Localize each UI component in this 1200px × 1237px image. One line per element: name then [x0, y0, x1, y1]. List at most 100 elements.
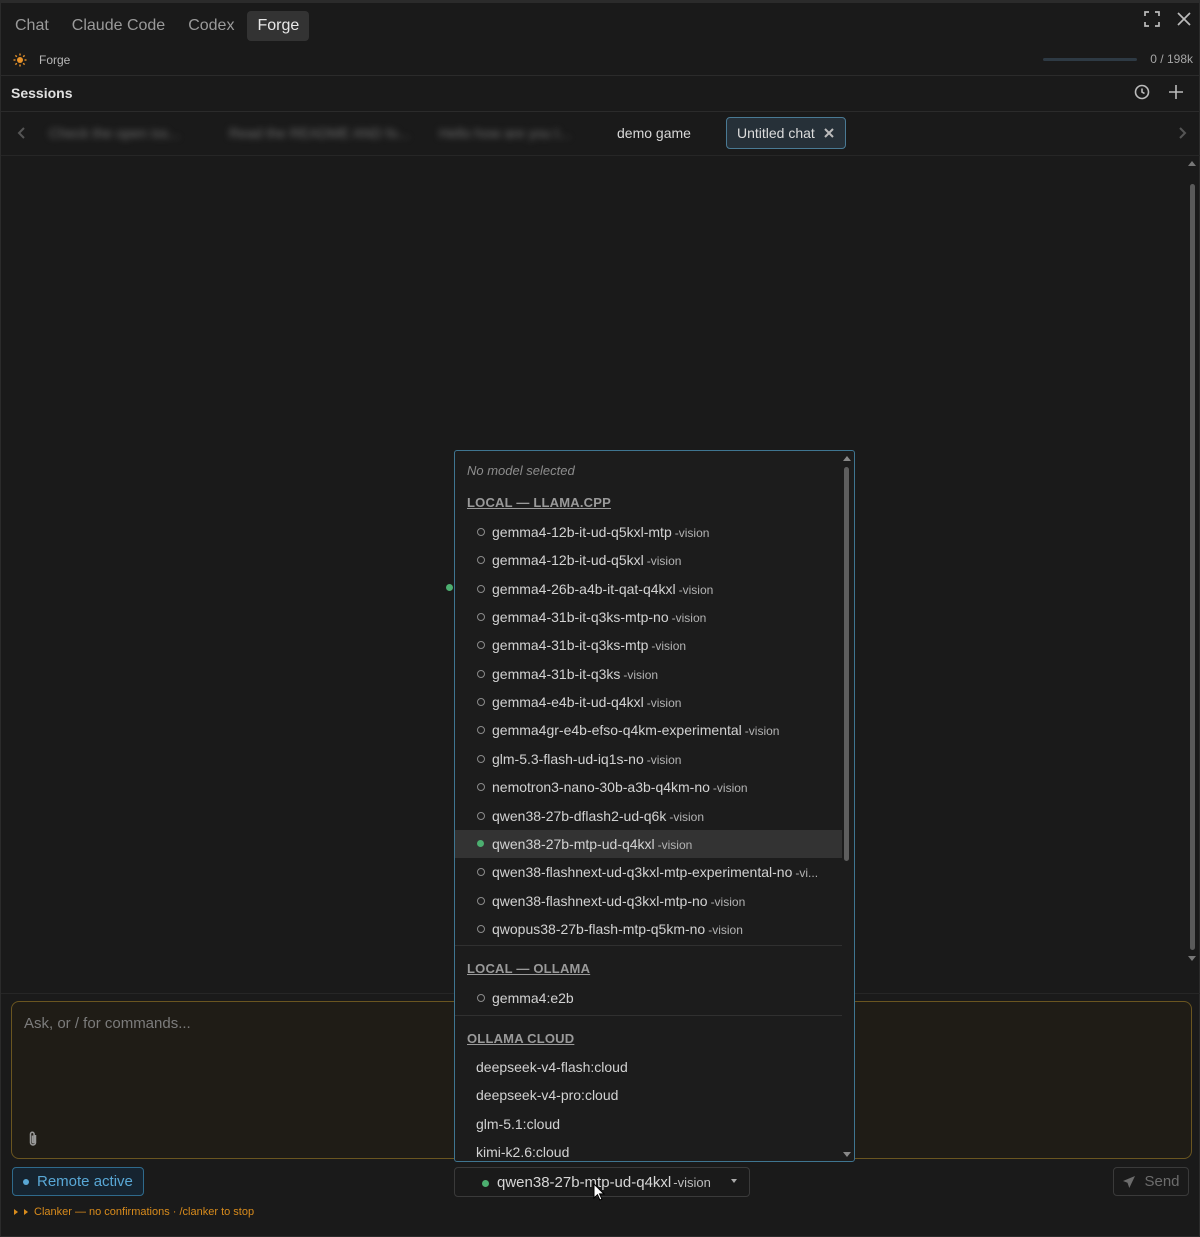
radio-ring-icon	[477, 698, 485, 707]
dropdown-group-header: LOCAL — LLAMA.CPP	[467, 495, 611, 510]
model-option-label: qwopus38-27b-flash-mtp-q5km-no -vision	[492, 921, 743, 937]
divider	[1, 155, 1200, 156]
model-option-suffix: -vision	[671, 611, 707, 626]
scrollbar-thumb[interactable]	[844, 467, 849, 861]
model-option-suffix: -vision	[657, 837, 693, 852]
model-option[interactable]: qwen38-flashnext-ud-q3kxl-mtp-experiment…	[455, 858, 842, 886]
model-option[interactable]: gemma4:e2b	[455, 984, 842, 1012]
dropdown-separator	[455, 1015, 842, 1016]
dropdown-scrollbar[interactable]	[842, 453, 852, 1159]
model-option-suffix: -vision	[623, 667, 659, 682]
model-option-suffix: -vision	[674, 526, 710, 540]
model-option-label: glm-5.3-flash-ud-iq1s-no -vision	[492, 751, 681, 767]
mouse-cursor-icon	[593, 1183, 605, 1201]
model-option-suffix: -vision	[651, 639, 687, 654]
model-dropdown[interactable]: No model selected LOCAL — LLAMA.CPP gemma…	[454, 450, 855, 1162]
maximize-icon[interactable]	[1143, 10, 1161, 33]
radio-ring-icon	[477, 811, 485, 820]
model-option-suffix: -vision	[712, 781, 748, 796]
remote-active-button[interactable]: Remote active	[12, 1167, 144, 1196]
model-option-label: gemma4-12b-it-ud-q5kxl-mtp -vision	[492, 524, 709, 540]
model-option-suffix: -vision	[669, 809, 705, 824]
scroll-up-icon[interactable]	[843, 456, 851, 461]
model-option-suffix: -vision	[678, 582, 714, 597]
info-row: Forge 0 / 198k	[13, 50, 1193, 70]
send-button[interactable]: Send	[1113, 1167, 1189, 1196]
model-option-suffix: -vision	[646, 696, 682, 711]
radio-ring-icon	[477, 868, 485, 877]
model-option[interactable]: gemma4-e4b-it-ud-q4kxl -vision	[455, 688, 842, 716]
radio-ring-icon	[477, 754, 485, 763]
model-option[interactable]: nemotron3-nano-30b-a3b-q4km-no -vision	[455, 773, 842, 801]
paperclip-icon[interactable]	[26, 1130, 40, 1153]
history-icon[interactable]	[1133, 83, 1151, 106]
model-option-label: gemma4:e2b	[492, 990, 574, 1006]
session-tab[interactable]: Check the open iss...	[39, 117, 190, 149]
model-option-name: gemma4-12b-it-ud-q5kxl-mtp	[492, 524, 672, 540]
model-option[interactable]: deepseek-v4-pro:cloud	[455, 1081, 842, 1109]
model-suffix: -vision	[673, 1174, 711, 1190]
model-option-label: gemma4-e4b-it-ud-q4kxl -vision	[492, 694, 681, 710]
close-icon[interactable]	[1175, 10, 1193, 33]
model-option[interactable]: qwopus38-27b-flash-mtp-q5km-no -vision	[455, 915, 842, 943]
model-option[interactable]: gemma4-31b-it-q3ks -vision	[455, 660, 842, 688]
tab-claude-code[interactable]: Claude Code	[62, 11, 175, 41]
model-option[interactable]: gemma4-12b-it-ud-q5kxl -vision	[455, 546, 842, 574]
chevron-left-icon[interactable]	[15, 126, 29, 145]
model-option[interactable]: deepseek-v4-flash:cloud	[455, 1053, 842, 1081]
model-option-suffix: -vision	[710, 894, 746, 909]
model-option-label: qwen38-flashnext-ud-q3kxl-mtp-experiment…	[492, 864, 818, 880]
model-option[interactable]: glm-5.1:cloud	[455, 1110, 842, 1138]
model-option[interactable]: qwen38-27b-dflash2-ud-q6k -vision	[455, 802, 842, 830]
model-option-label: qwen38-27b-dflash2-ud-q6k -vision	[492, 808, 704, 824]
sessions-title: Sessions	[11, 85, 73, 101]
model-option-name: deepseek-v4-flash:cloud	[476, 1059, 628, 1075]
triangle-icon	[24, 1209, 28, 1215]
model-option[interactable]: gemma4-12b-it-ud-q5kxl-mtp -vision	[455, 518, 842, 546]
model-option-name: gemma4-26b-a4b-it-qat-q4kxl	[492, 580, 676, 597]
tab-forge[interactable]: Forge	[247, 11, 310, 41]
session-tab-demo-game[interactable]: demo game	[607, 117, 701, 149]
model-option[interactable]: gemma4-31b-it-q3ks-mtp -vision	[455, 631, 842, 659]
triangle-icon	[14, 1209, 18, 1215]
model-option-suffix: -vision	[646, 554, 682, 569]
model-option-name: gemma4-31b-it-q3ks-mtp-no	[492, 609, 669, 626]
model-option-name: glm-5.3-flash-ud-iq1s-no	[492, 750, 644, 767]
dropdown-group-header: OLLAMA CLOUD	[467, 1031, 575, 1046]
session-tab-label: Untitled chat	[737, 125, 815, 141]
top-tab-bar: Chat Claude Code Codex Forge	[5, 9, 1197, 43]
radio-ring-icon	[477, 924, 485, 933]
model-option-label: nemotron3-nano-30b-a3b-q4km-no -vision	[492, 779, 748, 795]
no-model-option[interactable]: No model selected	[467, 463, 575, 478]
chevron-right-icon[interactable]	[1175, 126, 1189, 145]
new-session-icon[interactable]	[1167, 83, 1185, 106]
tab-codex[interactable]: Codex	[178, 11, 244, 41]
scroll-down-icon[interactable]	[1188, 956, 1196, 961]
model-option[interactable]: kimi-k2.6:cloud	[455, 1138, 842, 1161]
session-tab[interactable]: Hello how are you t...	[429, 117, 581, 149]
context-usage-text: 0 / 198k	[1150, 52, 1193, 66]
tab-chat[interactable]: Chat	[5, 11, 59, 41]
model-option[interactable]: gemma4gr-e4b-efso-q4km-experimental -visi…	[455, 716, 842, 744]
radio-ring-icon	[477, 726, 485, 735]
model-option-suffix: -vision	[646, 752, 682, 767]
scrollbar-thumb[interactable]	[1190, 184, 1195, 950]
model-option-name: qwen38-27b-dflash2-ud-q6k	[492, 807, 667, 824]
model-option[interactable]: qwen38-27b-mtp-ud-q4kxl -vision	[455, 829, 842, 858]
chat-scrollbar[interactable]	[1187, 158, 1197, 963]
close-icon[interactable]	[823, 127, 835, 139]
dropdown-group-header: LOCAL — OLLAMA	[467, 961, 591, 976]
model-option[interactable]: glm-5.3-flash-ud-iq1s-no -vision	[455, 745, 842, 773]
session-tab-untitled-chat[interactable]: Untitled chat	[726, 117, 846, 149]
radio-ring-icon	[477, 669, 485, 678]
scroll-down-icon[interactable]	[843, 1152, 851, 1157]
session-tab[interactable]: Read the README AND fo...	[219, 117, 420, 149]
selected-dot-icon	[477, 840, 484, 848]
scroll-up-icon[interactable]	[1188, 161, 1196, 166]
model-option[interactable]: gemma4-26b-a4b-it-qat-q4kxl -vision	[455, 575, 842, 603]
model-option-label: gemma4-31b-it-q3ks-mtp -vision	[492, 637, 686, 653]
model-option-name: gemma4:e2b	[492, 990, 574, 1006]
model-option[interactable]: gemma4-31b-it-q3ks-mtp-no -vision	[455, 603, 842, 631]
model-option[interactable]: qwen38-flashnext-ud-q3kxl-mtp-no -vision	[455, 887, 842, 915]
model-option-label: gemma4-31b-it-q3ks-mtp-no -vision	[492, 609, 706, 625]
